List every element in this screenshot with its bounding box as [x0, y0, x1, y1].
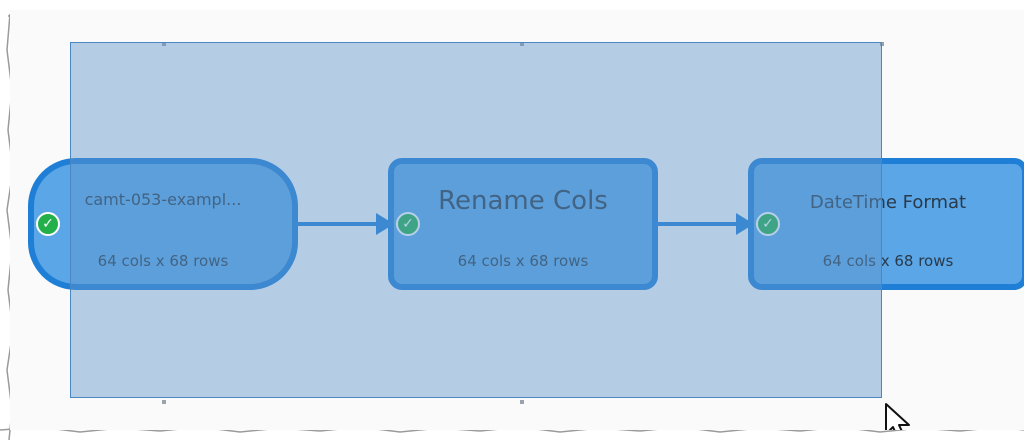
mouse-cursor-icon: [885, 403, 910, 430]
check-glyph: ✓: [42, 216, 54, 232]
pipeline-canvas[interactable]: camt-053-exampl... 64 cols x 68 rows ✓ R…: [10, 10, 1024, 430]
selection-rectangle: [70, 42, 882, 398]
selection-handle-bottom-left[interactable]: [162, 400, 166, 404]
success-check-icon: ✓: [36, 212, 60, 236]
selection-handle-bottom-center[interactable]: [520, 400, 524, 404]
